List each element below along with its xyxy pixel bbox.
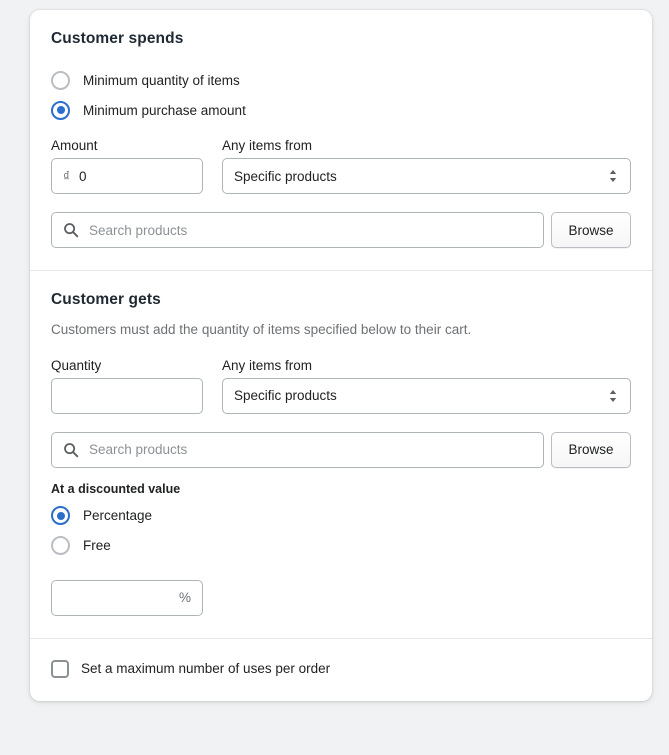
spends-fields-row: Amount ₫ 0 Any items from Specific produ… (51, 138, 631, 194)
page-root: Customer spends Minimum quantity of item… (0, 0, 669, 755)
spends-browse-button[interactable]: Browse (551, 212, 631, 248)
chevron-updown-icon (607, 167, 619, 185)
gets-any-items-from-value: Specific products (234, 388, 337, 403)
spends-search-products-input[interactable]: Search products (51, 212, 544, 248)
gets-product-search-row: Search products Browse (51, 432, 631, 468)
amount-field-group: Amount ₫ 0 (51, 138, 203, 194)
radio-unchecked-icon[interactable] (51, 71, 70, 90)
gets-any-items-from-group: Any items from Specific products (222, 358, 631, 414)
spends-any-items-from-select[interactable]: Specific products (222, 158, 631, 194)
discounted-value-label: At a discounted value (51, 482, 631, 496)
radio-free-label: Free (83, 538, 111, 553)
search-icon (63, 442, 79, 458)
percentage-field-group: % (51, 580, 203, 616)
gets-search-placeholder: Search products (89, 442, 187, 457)
radio-unchecked-icon[interactable] (51, 536, 70, 555)
radio-checked-icon[interactable] (51, 506, 70, 525)
quantity-input[interactable] (51, 378, 203, 414)
customer-spends-heading: Customer spends (51, 30, 631, 48)
search-icon (63, 222, 79, 238)
percentage-input[interactable]: % (51, 580, 203, 616)
quantity-label: Quantity (51, 358, 203, 373)
spacer (51, 468, 631, 482)
amount-label: Amount (51, 138, 203, 153)
radio-minimum-purchase-amount-label: Minimum purchase amount (83, 103, 246, 118)
gets-browse-button[interactable]: Browse (551, 432, 631, 468)
radio-minimum-quantity-of-items-label: Minimum quantity of items (83, 73, 240, 88)
checkbox-set-maximum-uses-label: Set a maximum number of uses per order (81, 661, 330, 676)
chevron-updown-icon (607, 387, 619, 405)
percent-suffix-icon: % (179, 590, 191, 605)
customer-gets-section: Customer gets Customers must add the qua… (30, 270, 652, 638)
radio-minimum-quantity-of-items[interactable]: Minimum quantity of items (51, 66, 631, 94)
spends-any-items-from-group: Any items from Specific products (222, 138, 631, 194)
radio-minimum-purchase-amount[interactable]: Minimum purchase amount (51, 96, 631, 124)
radio-free[interactable]: Free (51, 532, 631, 560)
checkbox-unchecked-icon[interactable] (51, 660, 69, 678)
discount-settings-card: Customer spends Minimum quantity of item… (30, 10, 652, 701)
gets-any-items-from-label: Any items from (222, 358, 631, 373)
gets-search-products-input[interactable]: Search products (51, 432, 544, 468)
spends-any-items-from-value: Specific products (234, 169, 337, 184)
spends-search-placeholder: Search products (89, 223, 187, 238)
radio-percentage-label: Percentage (83, 508, 152, 523)
customer-gets-heading: Customer gets (51, 291, 631, 309)
amount-input-value: 0 (79, 169, 87, 184)
customer-spends-section: Customer spends Minimum quantity of item… (30, 10, 652, 270)
currency-symbol-icon: ₫ (63, 169, 70, 184)
spends-any-items-from-label: Any items from (222, 138, 631, 153)
customer-gets-subtext: Customers must add the quantity of items… (51, 321, 631, 340)
gets-fields-row: Quantity Any items from Specific product… (51, 358, 631, 414)
quantity-field-group: Quantity (51, 358, 203, 414)
gets-any-items-from-select[interactable]: Specific products (222, 378, 631, 414)
radio-percentage[interactable]: Percentage (51, 502, 631, 530)
checkbox-set-maximum-uses[interactable]: Set a maximum number of uses per order (51, 657, 631, 681)
amount-input[interactable]: ₫ 0 (51, 158, 203, 194)
spends-product-search-row: Search products Browse (51, 212, 631, 248)
radio-checked-icon[interactable] (51, 101, 70, 120)
maximum-uses-section: Set a maximum number of uses per order (30, 638, 652, 701)
